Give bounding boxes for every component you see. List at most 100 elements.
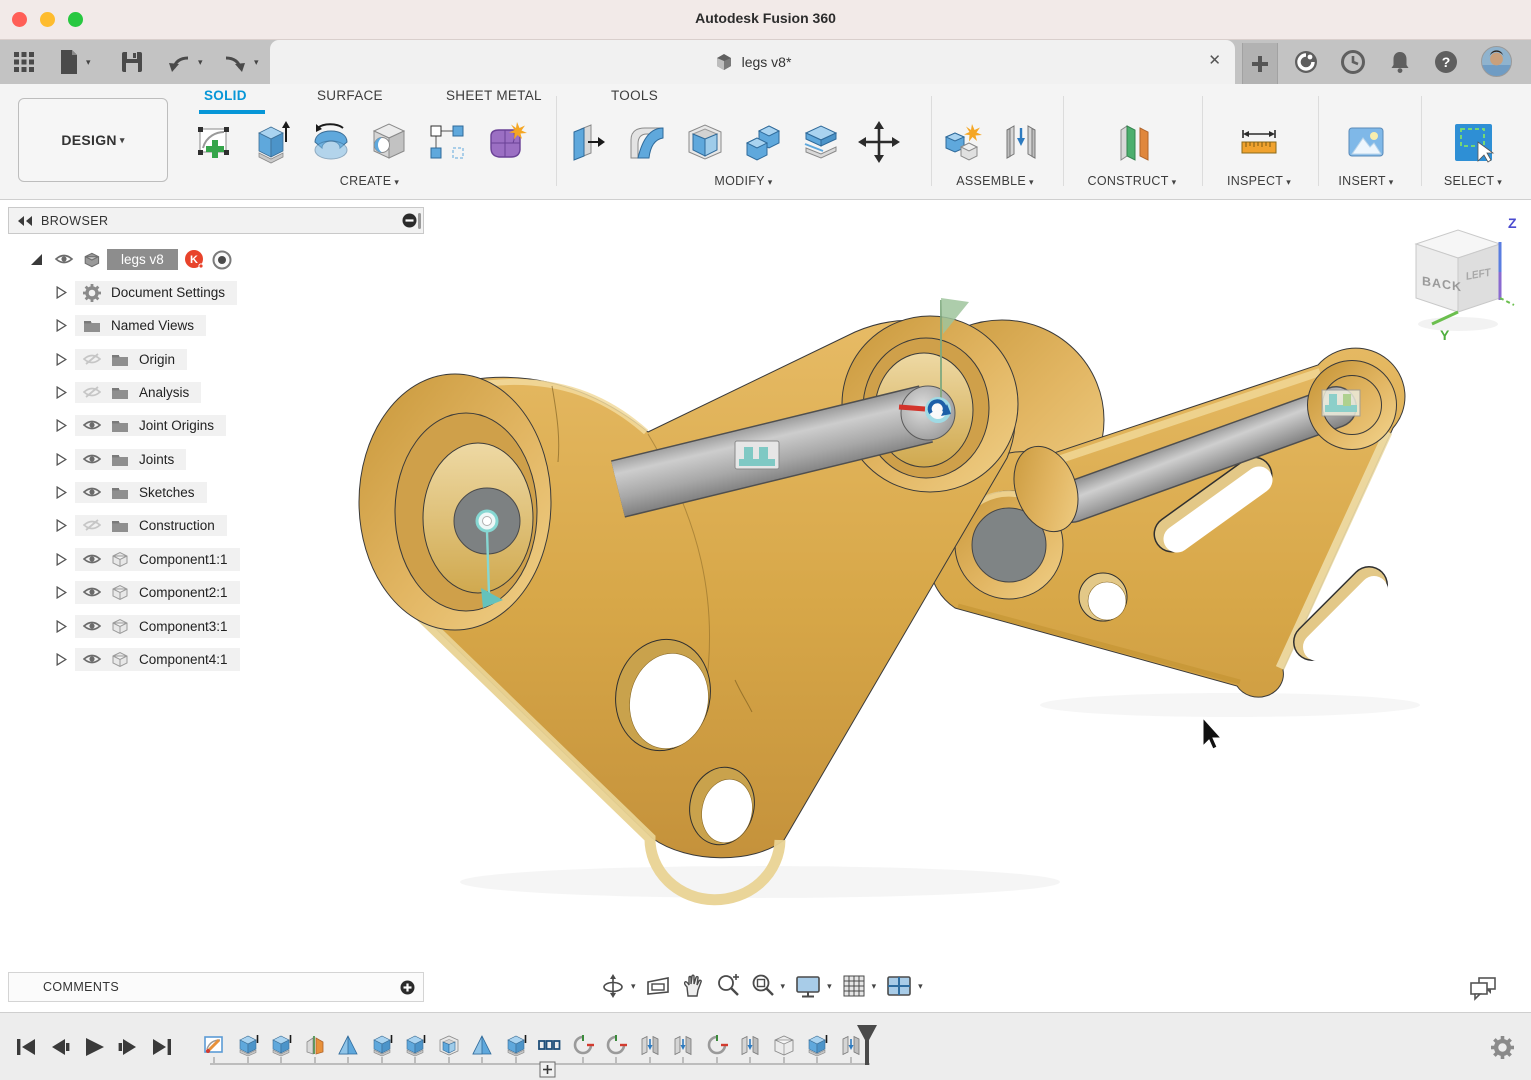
group-label-create[interactable]: CREATE▾ bbox=[192, 174, 547, 188]
timeline-playhead[interactable] bbox=[855, 1025, 879, 1067]
create-sketch-button[interactable] bbox=[192, 118, 238, 166]
group-label-construct[interactable]: CONSTRUCT▾ bbox=[1082, 174, 1182, 188]
visibility-eye-icon[interactable] bbox=[51, 252, 77, 267]
browser-row-joints[interactable]: Joints bbox=[56, 446, 186, 473]
expand-triangle-icon[interactable] bbox=[56, 419, 67, 432]
move-button[interactable] bbox=[856, 118, 902, 166]
combine-button[interactable] bbox=[740, 118, 786, 166]
insert-image-button[interactable] bbox=[1343, 118, 1389, 166]
timeline-feature-extrude[interactable] bbox=[370, 1033, 394, 1057]
visibility-eye-icon[interactable] bbox=[83, 652, 101, 667]
browser-row-component1[interactable]: Component1:1 bbox=[56, 546, 240, 573]
timeline-feature-draft[interactable] bbox=[336, 1033, 360, 1057]
expand-triangle-icon[interactable] bbox=[56, 519, 67, 532]
expand-triangle-icon[interactable] bbox=[56, 353, 67, 366]
shell-button[interactable] bbox=[682, 118, 728, 166]
expand-triangle-icon[interactable] bbox=[56, 486, 67, 499]
browser-row-component2[interactable]: Component2:1 bbox=[56, 579, 240, 606]
timeline-feature-extrude[interactable] bbox=[269, 1033, 293, 1057]
browser-header[interactable]: BROWSER bbox=[8, 207, 424, 234]
timeline-feature-joint[interactable] bbox=[671, 1033, 695, 1057]
model-canvas[interactable] bbox=[0, 200, 1531, 1012]
job-history-clock-icon[interactable] bbox=[1340, 49, 1366, 75]
timeline-feature-circular-joint[interactable] bbox=[571, 1033, 595, 1057]
revolve-button[interactable] bbox=[308, 118, 354, 166]
help-icon[interactable]: ? bbox=[1433, 49, 1459, 75]
group-label-insert[interactable]: INSERT▾ bbox=[1326, 174, 1406, 188]
zoom-button[interactable] bbox=[715, 973, 741, 999]
hole-button[interactable] bbox=[366, 118, 412, 166]
timeline-feature-draft[interactable] bbox=[470, 1033, 494, 1057]
pan-button[interactable] bbox=[680, 973, 706, 999]
group-label-inspect[interactable]: INSPECT▾ bbox=[1215, 174, 1303, 188]
timeline-feature-box[interactable] bbox=[772, 1033, 796, 1057]
browser-row-sketches[interactable]: Sketches bbox=[56, 479, 207, 506]
new-tab-button[interactable] bbox=[1242, 43, 1278, 84]
visibility-eye-icon[interactable] bbox=[83, 418, 101, 433]
left-boss[interactable] bbox=[359, 374, 551, 630]
timeline-feature-extrude[interactable] bbox=[236, 1033, 260, 1057]
timeline-feature-mirror[interactable] bbox=[303, 1033, 327, 1057]
timeline-feature-circular-joint[interactable] bbox=[604, 1033, 628, 1057]
pattern-button[interactable] bbox=[424, 118, 470, 166]
new-component-button[interactable] bbox=[940, 118, 986, 166]
construct-plane-button[interactable] bbox=[1109, 118, 1155, 166]
activate-component-radio[interactable] bbox=[212, 250, 232, 270]
extrude-button[interactable] bbox=[250, 118, 296, 166]
browser-row-component3[interactable]: Component3:1 bbox=[56, 613, 240, 640]
browser-row-document-settings[interactable]: Document Settings bbox=[56, 279, 237, 306]
collapse-panel-icon[interactable] bbox=[17, 215, 33, 227]
workspace-selector[interactable]: DESIGN ▾ bbox=[18, 98, 168, 182]
job-status-icon[interactable] bbox=[1293, 49, 1319, 75]
root-document-label[interactable]: legs v8 bbox=[107, 249, 178, 270]
slider-joint-icon-left[interactable] bbox=[735, 441, 779, 469]
look-at-button[interactable] bbox=[645, 973, 671, 999]
group-label-select[interactable]: SELECT▾ bbox=[1430, 174, 1516, 188]
expand-triangle-icon[interactable] bbox=[56, 319, 67, 332]
browser-root-row[interactable]: legs v8 K bbox=[30, 246, 232, 273]
browser-row-analysis[interactable]: Analysis bbox=[56, 379, 201, 406]
expand-triangle-icon[interactable] bbox=[56, 453, 67, 466]
file-menu-button[interactable]: ▾ bbox=[58, 48, 91, 76]
timeline-feature-pattern[interactable] bbox=[537, 1033, 561, 1057]
document-tab[interactable]: legs v8* ✕ bbox=[270, 40, 1235, 84]
press-pull-button[interactable] bbox=[566, 118, 612, 166]
measure-button[interactable] bbox=[1236, 118, 1282, 166]
undo-button[interactable]: ▾ bbox=[166, 48, 203, 76]
viewport-canvas[interactable]: BROWSER legs v8 K bbox=[0, 200, 1531, 1012]
visibility-eye-icon[interactable] bbox=[83, 619, 101, 634]
timeline-feature-circular-joint[interactable] bbox=[705, 1033, 729, 1057]
expand-triangle-icon[interactable] bbox=[56, 586, 67, 599]
panel-options-icon[interactable] bbox=[402, 213, 417, 228]
tab-solid[interactable]: SOLID bbox=[204, 88, 247, 103]
comments-bar[interactable]: COMMENTS bbox=[8, 972, 424, 1002]
tab-surface[interactable]: SURFACE bbox=[317, 88, 383, 103]
fillet-button[interactable] bbox=[624, 118, 670, 166]
step-forward-button[interactable] bbox=[116, 1035, 140, 1059]
timeline-feature-extrude[interactable] bbox=[805, 1033, 829, 1057]
joint-button[interactable] bbox=[998, 118, 1044, 166]
notifications-bell-icon[interactable] bbox=[1387, 49, 1413, 75]
select-button[interactable] bbox=[1450, 118, 1496, 166]
orbit-button[interactable]: ▾ bbox=[600, 973, 636, 999]
step-back-button[interactable] bbox=[48, 1035, 72, 1059]
group-label-modify[interactable]: MODIFY▾ bbox=[566, 174, 921, 188]
tab-tools[interactable]: TOOLS bbox=[611, 88, 658, 103]
timeline-settings-gear-icon[interactable] bbox=[1491, 1036, 1514, 1059]
redo-button[interactable]: ▾ bbox=[222, 48, 259, 76]
add-comment-icon[interactable] bbox=[400, 980, 415, 995]
close-tab-button[interactable]: ✕ bbox=[1208, 51, 1221, 69]
tab-sheet-metal[interactable]: SHEET METAL bbox=[446, 88, 542, 103]
browser-row-joint-origins[interactable]: Joint Origins bbox=[56, 412, 226, 439]
create-form-button[interactable] bbox=[482, 118, 528, 166]
go-to-end-button[interactable] bbox=[150, 1035, 174, 1059]
timeline-group-expand-button[interactable] bbox=[539, 1061, 556, 1078]
timeline-feature-joint[interactable] bbox=[738, 1033, 762, 1057]
visibility-eye-icon[interactable] bbox=[83, 485, 101, 500]
app-grid-button[interactable] bbox=[12, 48, 36, 76]
viewcube[interactable]: Z Y BACK LEFT bbox=[1398, 212, 1523, 347]
expand-triangle-icon[interactable] bbox=[30, 253, 43, 266]
save-button[interactable] bbox=[120, 48, 144, 76]
group-label-assemble[interactable]: ASSEMBLE▾ bbox=[940, 174, 1050, 188]
split-body-button[interactable] bbox=[798, 118, 844, 166]
